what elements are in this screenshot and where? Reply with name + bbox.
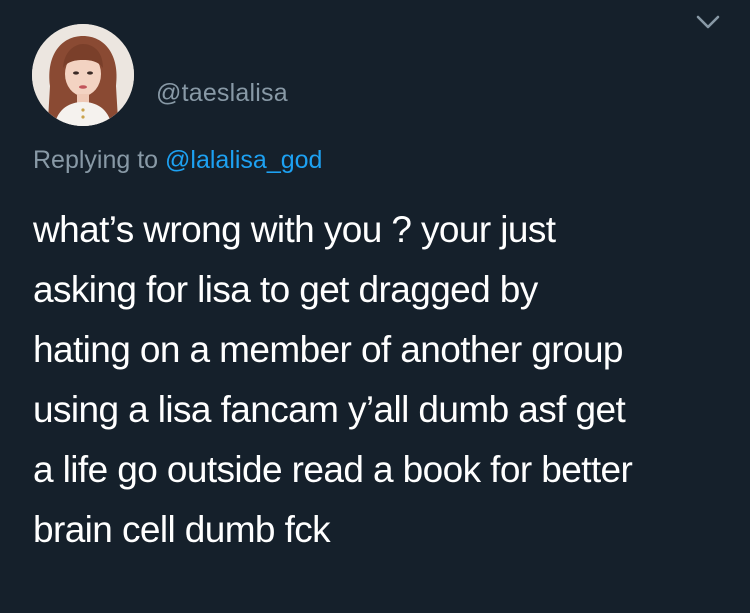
tweet-card: @taeslalisa Replying to @lalalisa_god wh… <box>0 0 750 613</box>
replying-to-line: Replying to @lalalisa_god <box>33 143 322 177</box>
user-handle[interactable]: @taeslalisa <box>156 78 288 108</box>
replying-to-link[interactable]: @lalalisa_god <box>165 146 322 174</box>
avatar[interactable] <box>32 24 134 126</box>
tweet-text-line: asking for lisa to get dragged by <box>33 269 538 310</box>
replying-to-prefix: Replying to <box>33 146 159 174</box>
tweet-text: what’s wrong with you ? your just asking… <box>33 200 733 560</box>
tweet-text-line: a life go outside read a book for better <box>33 449 633 490</box>
avatar-photo <box>32 24 134 126</box>
tweet-text-line: hating on a member of another group <box>33 329 624 370</box>
tweet-text-line: brain cell dumb fck <box>33 509 331 550</box>
chevron-down-icon[interactable] <box>690 8 726 36</box>
tweet-text-line: using a lisa fancam y’all dumb asf get <box>33 389 626 430</box>
tweet-text-line: what’s wrong with you ? your just <box>33 209 556 250</box>
